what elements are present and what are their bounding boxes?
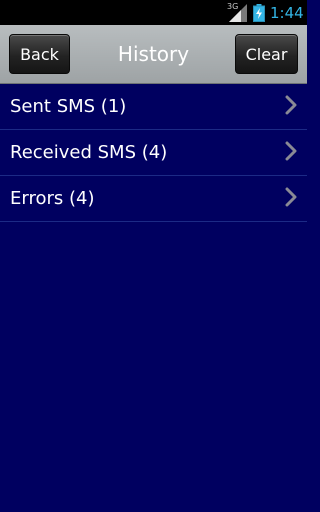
list-item-label: Received SMS (4) (10, 142, 168, 163)
chevron-right-icon (285, 95, 297, 115)
back-button[interactable]: Back (9, 34, 70, 74)
list-item-label: Sent SMS (1) (10, 96, 127, 117)
history-list: Sent SMS (1) Received SMS (4) Errors (4) (0, 84, 307, 222)
clock: 1:44 (270, 4, 304, 22)
list-item-errors[interactable]: Errors (4) (0, 176, 307, 222)
chevron-right-icon (285, 187, 297, 207)
battery-icon (253, 4, 265, 22)
title-bar: Back History Clear (0, 25, 307, 84)
status-bar: 3G 1:44 (0, 0, 307, 25)
list-item-received-sms[interactable]: Received SMS (4) (0, 130, 307, 176)
page-title: History (117, 42, 190, 66)
list-item-sent-sms[interactable]: Sent SMS (1) (0, 84, 307, 130)
list-item-label: Errors (4) (10, 188, 95, 209)
signal-icon (229, 4, 247, 22)
chevron-right-icon (285, 141, 297, 161)
clear-button[interactable]: Clear (235, 34, 298, 74)
